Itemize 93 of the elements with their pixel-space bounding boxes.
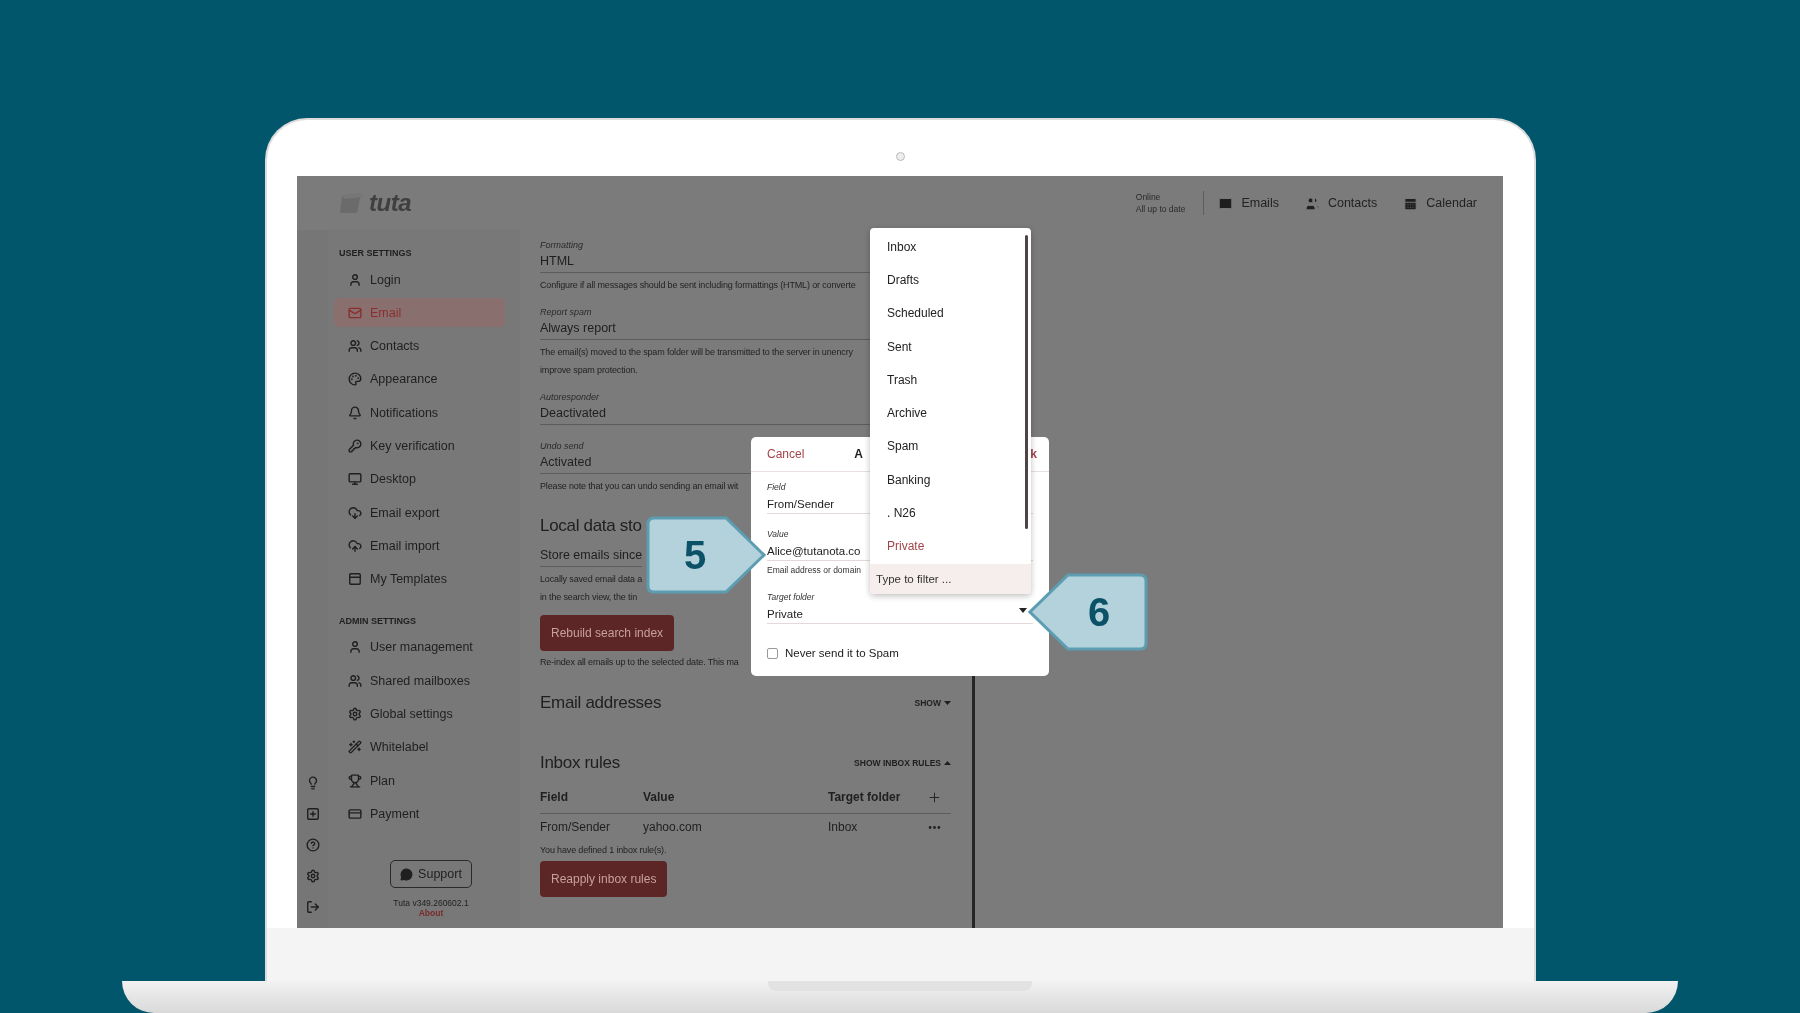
menu-item[interactable]: Private [870, 529, 1031, 563]
help-text: Email address or domain [767, 565, 861, 575]
caret-icon [944, 761, 951, 765]
nav-link[interactable]: Calendar [1403, 195, 1477, 211]
column-header: Target folder [828, 787, 927, 814]
chat-bubble-icon [400, 867, 414, 881]
field-label: Field [767, 482, 786, 492]
settings-icon[interactable] [305, 869, 320, 883]
section-title: Local data sto [540, 516, 642, 536]
calendar-icon [1403, 195, 1419, 211]
scrollbar[interactable] [1025, 235, 1028, 529]
camera-dot [895, 152, 905, 161]
sync-status: All up to date [1135, 203, 1186, 215]
dropdown-caret-icon[interactable] [1019, 608, 1027, 613]
cloud-upload-icon [348, 538, 362, 553]
help-text: The email(s) moved to the spam folder will be transmitted to the server in unencry [540, 346, 853, 359]
person-icon [348, 640, 362, 655]
sync-status: Online [1135, 191, 1162, 203]
table-cell-text: Inbox [828, 819, 859, 836]
person-icon [348, 272, 362, 287]
filter-field[interactable]: Type to filter ... [870, 564, 1031, 594]
sidebar-item[interactable]: Desktop [334, 464, 505, 494]
version-text: Tuta v349.260602.1 [393, 898, 469, 908]
table-cell-text: yahoo.com [643, 819, 703, 836]
setting-label: Report spam [540, 307, 592, 317]
help-text: Configure if all messages should be sent including formattings (HTML) or converte [540, 279, 856, 292]
ok-button[interactable]: k [1030, 447, 1037, 461]
setting-label: Autoresponder [540, 392, 600, 402]
section-title: Inbox rules [540, 753, 620, 773]
sidebar-item[interactable]: User management [334, 632, 505, 662]
logo-text: tuta [369, 189, 411, 217]
step-number: 6 [1087, 589, 1111, 635]
sidebar-item[interactable]: Whitelabel [334, 732, 505, 762]
sidebar-item[interactable]: Appearance [334, 364, 505, 394]
logout-icon[interactable] [305, 900, 320, 914]
sidebar-item[interactable]: My Templates [334, 564, 505, 594]
field-value[interactable]: From/Sender [767, 498, 835, 510]
sidebar-item[interactable]: Login [334, 265, 505, 294]
section-heading: USER SETTINGS [339, 248, 413, 258]
field-label: Target folder [767, 592, 815, 602]
key-icon [348, 439, 362, 453]
add-icon[interactable] [927, 790, 942, 805]
date-field[interactable]: Store emails since [540, 544, 643, 567]
sidebar-item[interactable]: Email import [334, 531, 505, 561]
sidebar-item[interactable]: Contacts [334, 331, 505, 361]
setting-label: Formatting [540, 240, 583, 250]
gear-icon [348, 707, 362, 722]
field-value[interactable]: Private [767, 608, 803, 620]
column-header: Value [643, 787, 828, 814]
menu-item[interactable]: . N26 [870, 496, 1031, 530]
add-box-icon[interactable] [305, 807, 320, 821]
help-text: Please note that you can undo sending an email wit [540, 480, 739, 493]
sidebar-item[interactable]: Email export [334, 498, 505, 528]
cloud-download-icon [348, 505, 362, 520]
setting-label: Undo send [540, 441, 584, 451]
help-icon[interactable] [305, 838, 320, 852]
field-value[interactable]: Alice@tutanota.co [767, 545, 861, 557]
trophy-icon [348, 773, 362, 788]
template-icon [348, 572, 362, 587]
nav-link[interactable]: Emails [1218, 195, 1279, 211]
credit-card-icon [348, 806, 362, 821]
help-text: improve spam protection. [540, 364, 638, 377]
sidebar-item[interactable]: Key verification [334, 431, 505, 461]
magic-wand-icon [348, 740, 362, 755]
sidebar-item[interactable]: Payment [334, 799, 505, 829]
support-button[interactable]: Support [390, 860, 472, 888]
step-number: 5 [683, 532, 707, 578]
menu-item[interactable]: Trash [870, 363, 1031, 397]
caret-icon [944, 701, 951, 705]
sidebar-item[interactable]: Plan [334, 766, 505, 796]
help-text: Re-index all emails up to the selected date. This ma [540, 656, 739, 669]
sidebar-item[interactable]: Notifications [334, 398, 505, 428]
help-text: You have defined 1 inbox rule(s). [540, 844, 667, 857]
rebuild-index-button[interactable]: Rebuild search index [540, 615, 675, 651]
table-cell-text: From/Sender [540, 819, 612, 836]
show-toggle[interactable]: SHOW INBOX RULES [854, 758, 951, 768]
field-label: Value [767, 529, 789, 539]
monitor-icon [348, 472, 362, 487]
help-text: in the search view, the tin [540, 591, 637, 604]
about-link[interactable]: About [418, 908, 444, 918]
checkbox[interactable] [767, 647, 778, 659]
nav-link[interactable]: Contacts [1304, 195, 1378, 211]
section-title: Email addresses [540, 693, 662, 713]
column-header: Field [540, 787, 643, 814]
checkbox-label: Never send it to Spam [785, 647, 899, 659]
show-toggle[interactable]: SHOW [914, 698, 951, 708]
help-text: Locally saved email data a [540, 573, 643, 586]
reapply-rules-button[interactable]: Reapply inbox rules [540, 861, 668, 897]
sidebar-item[interactable]: Shared mailboxes [334, 666, 505, 696]
bell-icon [348, 405, 362, 420]
sidebar-item[interactable]: Global settings [334, 699, 505, 729]
palette-icon [348, 372, 362, 387]
section-heading: ADMIN SETTINGS [339, 615, 417, 626]
